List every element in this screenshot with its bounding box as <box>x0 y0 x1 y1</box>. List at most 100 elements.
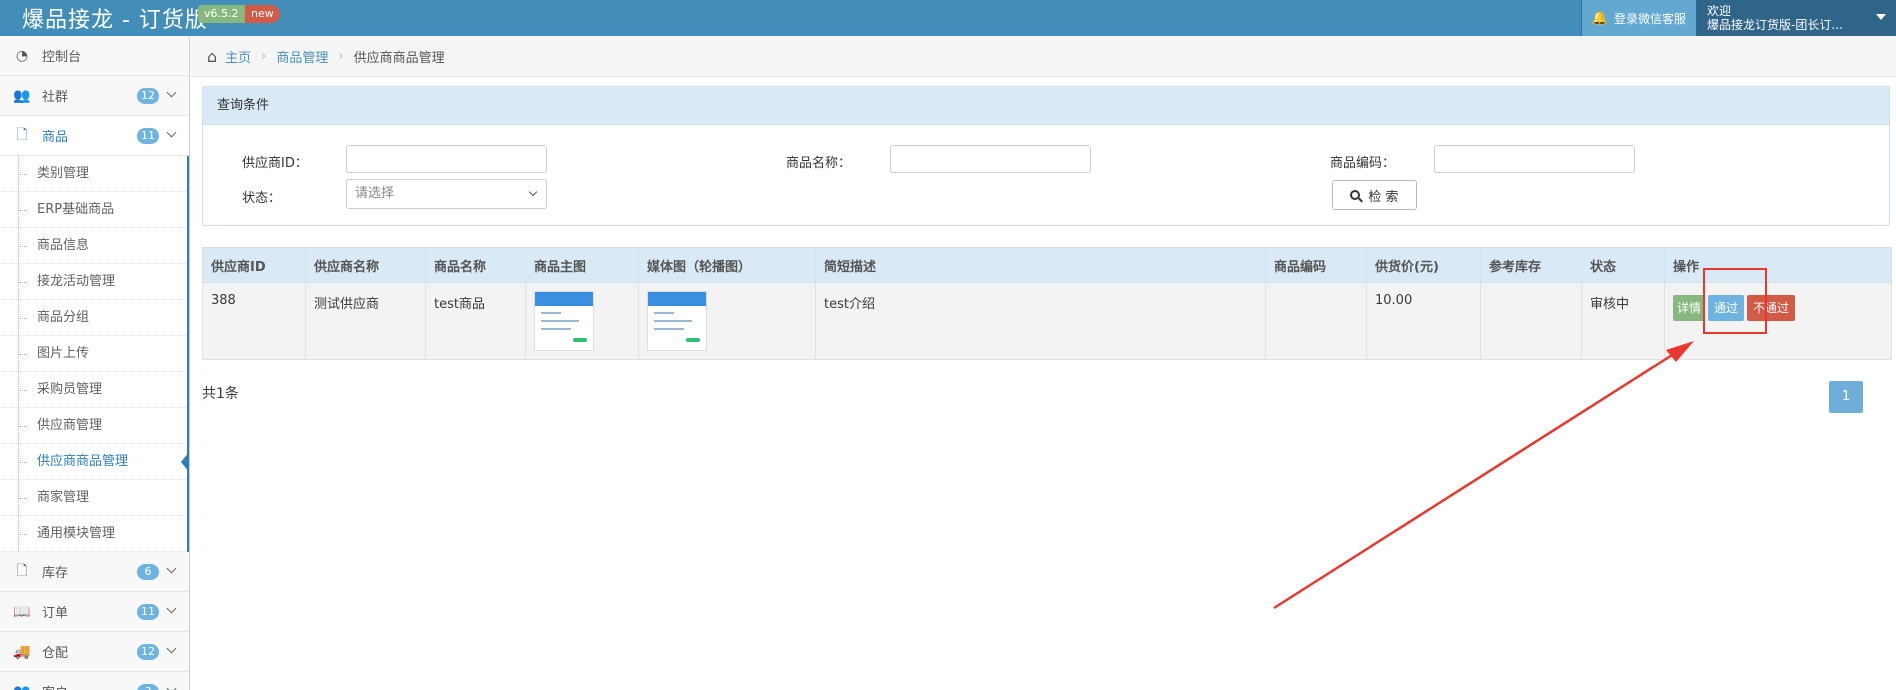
product-main-image[interactable] <box>534 291 594 351</box>
cell-product-code <box>1265 282 1367 360</box>
breadcrumb-home[interactable]: 主页 <box>225 47 251 66</box>
column-header[interactable]: 供应商ID <box>202 247 306 283</box>
count-badge: 3 <box>137 684 159 690</box>
product-media-image[interactable] <box>647 291 707 351</box>
sidebar-item-dashboard[interactable]: ◔ 控制台 <box>0 36 189 76</box>
book-icon: 📖 <box>13 603 31 620</box>
search-button-label: 检 索 <box>1368 189 1399 205</box>
table-row: 388 测试供应商 test商品 test介绍 10.00 审核中 详情 通过 … <box>202 282 1892 360</box>
sidebar-item-label: 库存 <box>42 566 69 581</box>
top-navbar: 爆品接龙 - 订货版 v6.5.2 new 🔔 登录微信客服 欢迎 爆品接龙订货… <box>0 0 1896 36</box>
submenu-item-merchant[interactable]: 商家管理 <box>0 480 187 516</box>
user-menu[interactable]: 欢迎 爆品接龙订货版-团长订... <box>1696 0 1896 36</box>
cell-product-name: test商品 <box>425 282 526 360</box>
chevron-down-icon <box>166 127 177 138</box>
count-badge: 11 <box>137 604 159 620</box>
column-header[interactable]: 供货价(元) <box>1366 247 1481 283</box>
new-badge: new <box>245 5 280 23</box>
sidebar-item-products[interactable]: 🗋 商品 11 <box>0 116 189 156</box>
query-panel-title: 查询条件 <box>203 87 1889 125</box>
app-title[interactable]: 爆品接龙 - 订货版 <box>22 2 208 34</box>
sidebar-item-inventory[interactable]: 🗋 库存 6 <box>0 552 189 592</box>
sidebar-item-orders[interactable]: 📖 订单 11 <box>0 592 189 632</box>
approve-button[interactable]: 通过 <box>1708 295 1745 321</box>
status-select[interactable]: 请选择 <box>346 179 547 209</box>
submenu-item-chain-activity[interactable]: 接龙活动管理 <box>0 264 187 300</box>
count-badge: 12 <box>137 644 159 660</box>
search-icon <box>1350 190 1361 200</box>
sidebar-item-customers[interactable]: 👥 客户 3 <box>0 672 189 690</box>
chevron-down-icon <box>528 187 538 197</box>
product-name-label: 商品名称： <box>786 156 852 171</box>
product-code-label: 商品编码： <box>1330 156 1396 171</box>
status-select-value: 请选择 <box>355 186 395 201</box>
status-label: 状态： <box>242 191 282 206</box>
submenu-item-product-group[interactable]: 商品分组 <box>0 300 187 336</box>
table-header-row: 供应商ID 供应商名称 商品名称 商品主图 媒体图（轮播图） 简短描述 商品编码… <box>202 247 1892 283</box>
cell-supplier-id: 388 <box>202 282 306 360</box>
sidebar-item-label: 控制台 <box>42 50 82 65</box>
sidebar-item-label: 社群 <box>42 90 69 105</box>
pagination-page-1[interactable]: 1 <box>1829 381 1863 413</box>
cell-description: test介绍 <box>815 282 1266 360</box>
sidebar-item-label: 商品 <box>42 130 69 145</box>
supplier-id-input[interactable] <box>346 145 547 173</box>
column-header: 操作 <box>1664 247 1892 283</box>
cell-actions: 详情 通过 不通过 <box>1664 282 1892 360</box>
caret-down-icon <box>1876 14 1886 20</box>
sidebar-item-community[interactable]: 👥 社群 12 <box>0 76 189 116</box>
submenu-item-buyer[interactable]: 采购员管理 <box>0 372 187 408</box>
products-submenu: 类别管理 ERP基础商品 商品信息 接龙活动管理 商品分组 图片上传 采购员管理… <box>0 156 189 552</box>
detail-button[interactable]: 详情 <box>1673 295 1705 321</box>
column-header[interactable]: 参考库存 <box>1480 247 1582 283</box>
navbar-right: 🔔 登录微信客服 欢迎 爆品接龙订货版-团长订... <box>1580 0 1896 36</box>
count-badge: 6 <box>137 564 159 580</box>
column-header[interactable]: 状态 <box>1581 247 1665 283</box>
query-panel: 查询条件 供应商ID： 商品名称： 商品编码： 状态： 请选择 检 索 <box>202 86 1890 226</box>
submenu-item-supplier-products[interactable]: 供应商商品管理 <box>0 444 189 480</box>
column-header[interactable]: 媒体图（轮播图） <box>638 247 816 283</box>
chevron-down-icon <box>166 87 177 98</box>
cell-main-image <box>525 282 639 360</box>
column-header[interactable]: 商品主图 <box>525 247 639 283</box>
welcome-text: 欢迎 <box>1707 4 1732 18</box>
users-icon: 👥 <box>12 684 32 690</box>
count-badge: 11 <box>137 128 159 144</box>
submenu-item-category[interactable]: 类别管理 <box>0 156 187 192</box>
search-button[interactable]: 检 索 <box>1332 180 1417 210</box>
breadcrumb-separator-icon: › <box>261 48 267 64</box>
home-icon[interactable]: ⌂ <box>207 47 217 66</box>
sidebar-item-label: 订单 <box>42 606 69 621</box>
product-code-input[interactable] <box>1434 145 1635 173</box>
cell-price: 10.00 <box>1366 282 1481 360</box>
chevron-down-icon <box>166 563 177 574</box>
submenu-item-supplier[interactable]: 供应商管理 <box>0 408 187 444</box>
submenu-item-product-info[interactable]: 商品信息 <box>0 228 187 264</box>
submenu-item-erp-products[interactable]: ERP基础商品 <box>0 192 187 228</box>
version-badge: v6.5.2 <box>198 5 245 23</box>
file-icon: 🗋 <box>16 126 28 143</box>
breadcrumb-current: 供应商商品管理 <box>353 50 445 66</box>
truck-icon: 🚚 <box>13 643 31 660</box>
submenu-item-common-module[interactable]: 通用模块管理 <box>0 516 187 552</box>
chevron-down-icon <box>166 603 177 614</box>
column-header[interactable]: 简短描述 <box>815 247 1266 283</box>
active-arrow-icon <box>181 452 189 472</box>
wechat-support-button[interactable]: 🔔 登录微信客服 <box>1580 0 1696 36</box>
breadcrumb-section[interactable]: 商品管理 <box>276 47 328 66</box>
product-name-input[interactable] <box>890 145 1091 173</box>
breadcrumb-separator-icon: › <box>338 48 344 64</box>
column-header[interactable]: 商品编码 <box>1265 247 1367 283</box>
action-buttons: 详情 通过 不通过 <box>1673 295 1883 321</box>
bell-icon: 🔔 <box>1591 10 1608 26</box>
submenu-item-image-upload[interactable]: 图片上传 <box>0 336 187 372</box>
column-header[interactable]: 商品名称 <box>425 247 526 283</box>
dashboard-icon: ◔ <box>15 47 29 64</box>
supplier-id-label: 供应商ID： <box>242 156 308 171</box>
column-header[interactable]: 供应商名称 <box>305 247 426 283</box>
supplier-products-table: 供应商ID 供应商名称 商品名称 商品主图 媒体图（轮播图） 简短描述 商品编码… <box>202 247 1892 360</box>
chevron-down-icon <box>166 683 177 690</box>
sidebar-item-warehouse[interactable]: 🚚 仓配 12 <box>0 632 189 672</box>
chevron-down-icon <box>166 643 177 654</box>
reject-button[interactable]: 不通过 <box>1747 295 1796 321</box>
